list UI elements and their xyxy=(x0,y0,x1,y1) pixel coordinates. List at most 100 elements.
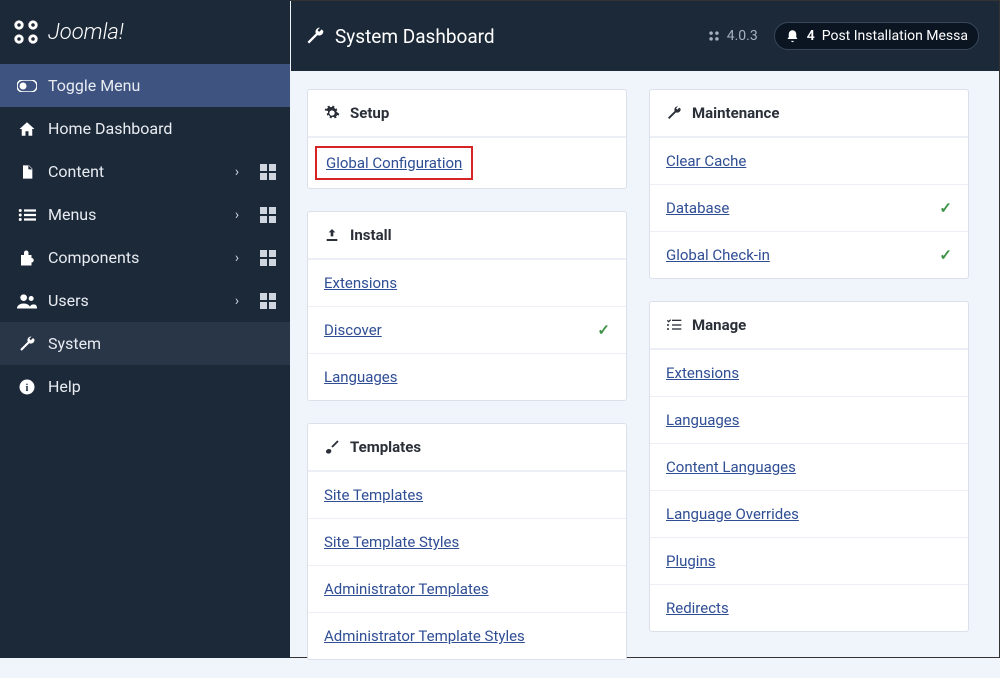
card-header: Maintenance xyxy=(650,90,968,137)
card-link-row: Extensions xyxy=(308,259,626,306)
sidebar-toggle-menu[interactable]: Toggle Menu xyxy=(0,64,290,107)
puzzle-icon xyxy=(16,249,38,267)
card-link-row: Language Overrides xyxy=(650,490,968,537)
joomla-small-icon xyxy=(707,29,721,43)
chevron-right-icon: › xyxy=(228,207,246,223)
dashboard-grid-icon[interactable] xyxy=(260,164,276,180)
page-title: System Dashboard xyxy=(305,25,697,48)
card-link-row: Site Template Styles xyxy=(308,518,626,565)
card-install: Install Extensions Discover ✓ Languages xyxy=(307,211,627,401)
home-icon xyxy=(16,120,38,138)
right-column: Maintenance Clear Cache Database ✓ Globa… xyxy=(649,89,969,660)
link-manage-extensions[interactable]: Extensions xyxy=(666,364,952,382)
dashboard-grid-icon[interactable] xyxy=(260,293,276,309)
sidebar-item-label: System xyxy=(48,334,276,353)
link-clear-cache[interactable]: Clear Cache xyxy=(666,152,952,170)
link-admin-templates[interactable]: Administrator Templates xyxy=(324,580,610,598)
notif-text: Post Installation Messa xyxy=(822,28,968,44)
sidebar-item-menus[interactable]: Menus › xyxy=(0,193,290,236)
card-templates: Templates Site Templates Site Template S… xyxy=(307,423,627,660)
link-content-languages[interactable]: Content Languages xyxy=(666,458,952,476)
card-link-row: Global Check-in ✓ xyxy=(650,231,968,278)
link-global-checkin[interactable]: Global Check-in xyxy=(666,246,939,264)
card-link-row: Global Configuration xyxy=(308,137,626,188)
file-icon xyxy=(16,163,38,181)
link-database[interactable]: Database xyxy=(666,199,939,217)
brand-name: Joomla! xyxy=(48,20,124,45)
users-icon xyxy=(16,293,38,309)
link-redirects[interactable]: Redirects xyxy=(666,599,952,617)
joomla-icon xyxy=(12,18,40,46)
dashboard-grid-icon[interactable] xyxy=(260,207,276,223)
link-languages[interactable]: Languages xyxy=(324,368,610,386)
sidebar-item-label: Users xyxy=(48,291,228,310)
chevron-right-icon: › xyxy=(228,164,246,180)
upload-icon xyxy=(324,227,340,243)
card-title: Setup xyxy=(350,104,389,122)
check-icon: ✓ xyxy=(939,199,952,217)
sidebar-item-label: Toggle Menu xyxy=(48,76,276,95)
topbar: System Dashboard 4.0.3 4 Post Installati… xyxy=(291,1,999,71)
card-manage: Manage Extensions Languages Content Lang… xyxy=(649,301,969,632)
card-link-row: Languages xyxy=(650,396,968,443)
link-site-templates[interactable]: Site Templates xyxy=(324,486,610,504)
checklist-icon xyxy=(666,317,682,333)
card-link-row: Discover ✓ xyxy=(308,306,626,353)
check-icon: ✓ xyxy=(597,321,610,339)
link-global-configuration[interactable]: Global Configuration xyxy=(326,154,462,172)
card-header: Manage xyxy=(650,302,968,349)
content-area: Setup Global Configuration Install Exten… xyxy=(291,71,999,678)
card-link-row: Content Languages xyxy=(650,443,968,490)
sidebar-item-label: Components xyxy=(48,248,228,267)
card-link-row: Site Templates xyxy=(308,471,626,518)
sidebar-item-home[interactable]: Home Dashboard xyxy=(0,107,290,150)
svg-text:i: i xyxy=(26,382,29,393)
link-plugins[interactable]: Plugins xyxy=(666,552,952,570)
link-site-template-styles[interactable]: Site Template Styles xyxy=(324,533,610,551)
notif-count: 4 xyxy=(807,28,815,44)
list-icon xyxy=(16,208,38,222)
card-title: Templates xyxy=(350,438,421,456)
sidebar-item-users[interactable]: Users › xyxy=(0,279,290,322)
chevron-right-icon: › xyxy=(228,250,246,266)
sidebar-item-label: Menus xyxy=(48,205,228,224)
card-link-row: Languages xyxy=(308,353,626,400)
main-area: System Dashboard 4.0.3 4 Post Installati… xyxy=(291,1,999,659)
chevron-right-icon: › xyxy=(228,293,246,309)
sidebar: Joomla! Toggle Menu Home Dashboard Conte… xyxy=(0,0,290,658)
card-maintenance: Maintenance Clear Cache Database ✓ Globa… xyxy=(649,89,969,279)
highlight-box: Global Configuration xyxy=(315,146,473,180)
card-header: Templates xyxy=(308,424,626,471)
link-language-overrides[interactable]: Language Overrides xyxy=(666,505,952,523)
card-link-row: Extensions xyxy=(650,349,968,396)
brush-icon xyxy=(324,439,340,455)
info-icon: i xyxy=(16,378,38,396)
sidebar-item-help[interactable]: i Help xyxy=(0,365,290,408)
link-discover[interactable]: Discover xyxy=(324,321,597,339)
card-title: Manage xyxy=(692,316,746,334)
card-link-row: Clear Cache xyxy=(650,137,968,184)
gear-icon xyxy=(324,105,340,121)
link-manage-languages[interactable]: Languages xyxy=(666,411,952,429)
card-link-row: Administrator Templates xyxy=(308,565,626,612)
card-header: Setup xyxy=(308,90,626,137)
link-admin-template-styles[interactable]: Administrator Template Styles xyxy=(324,627,610,645)
bell-icon xyxy=(785,29,800,44)
card-link-row: Database ✓ xyxy=(650,184,968,231)
sidebar-item-system[interactable]: System xyxy=(0,322,290,365)
card-link-row: Redirects xyxy=(650,584,968,631)
sidebar-item-label: Content xyxy=(48,162,228,181)
sidebar-item-content[interactable]: Content › xyxy=(0,150,290,193)
sidebar-item-components[interactable]: Components › xyxy=(0,236,290,279)
notifications-pill[interactable]: 4 Post Installation Messa xyxy=(774,22,979,50)
wrench-icon xyxy=(666,105,682,121)
dashboard-grid-icon[interactable] xyxy=(260,250,276,266)
version-badge[interactable]: 4.0.3 xyxy=(707,28,758,44)
toggle-icon xyxy=(16,80,38,92)
wrench-icon xyxy=(16,335,38,353)
link-extensions[interactable]: Extensions xyxy=(324,274,610,292)
card-link-row: Administrator Template Styles xyxy=(308,612,626,659)
page-title-text: System Dashboard xyxy=(335,25,495,48)
brand-logo[interactable]: Joomla! xyxy=(0,0,290,64)
version-text: 4.0.3 xyxy=(727,28,758,44)
